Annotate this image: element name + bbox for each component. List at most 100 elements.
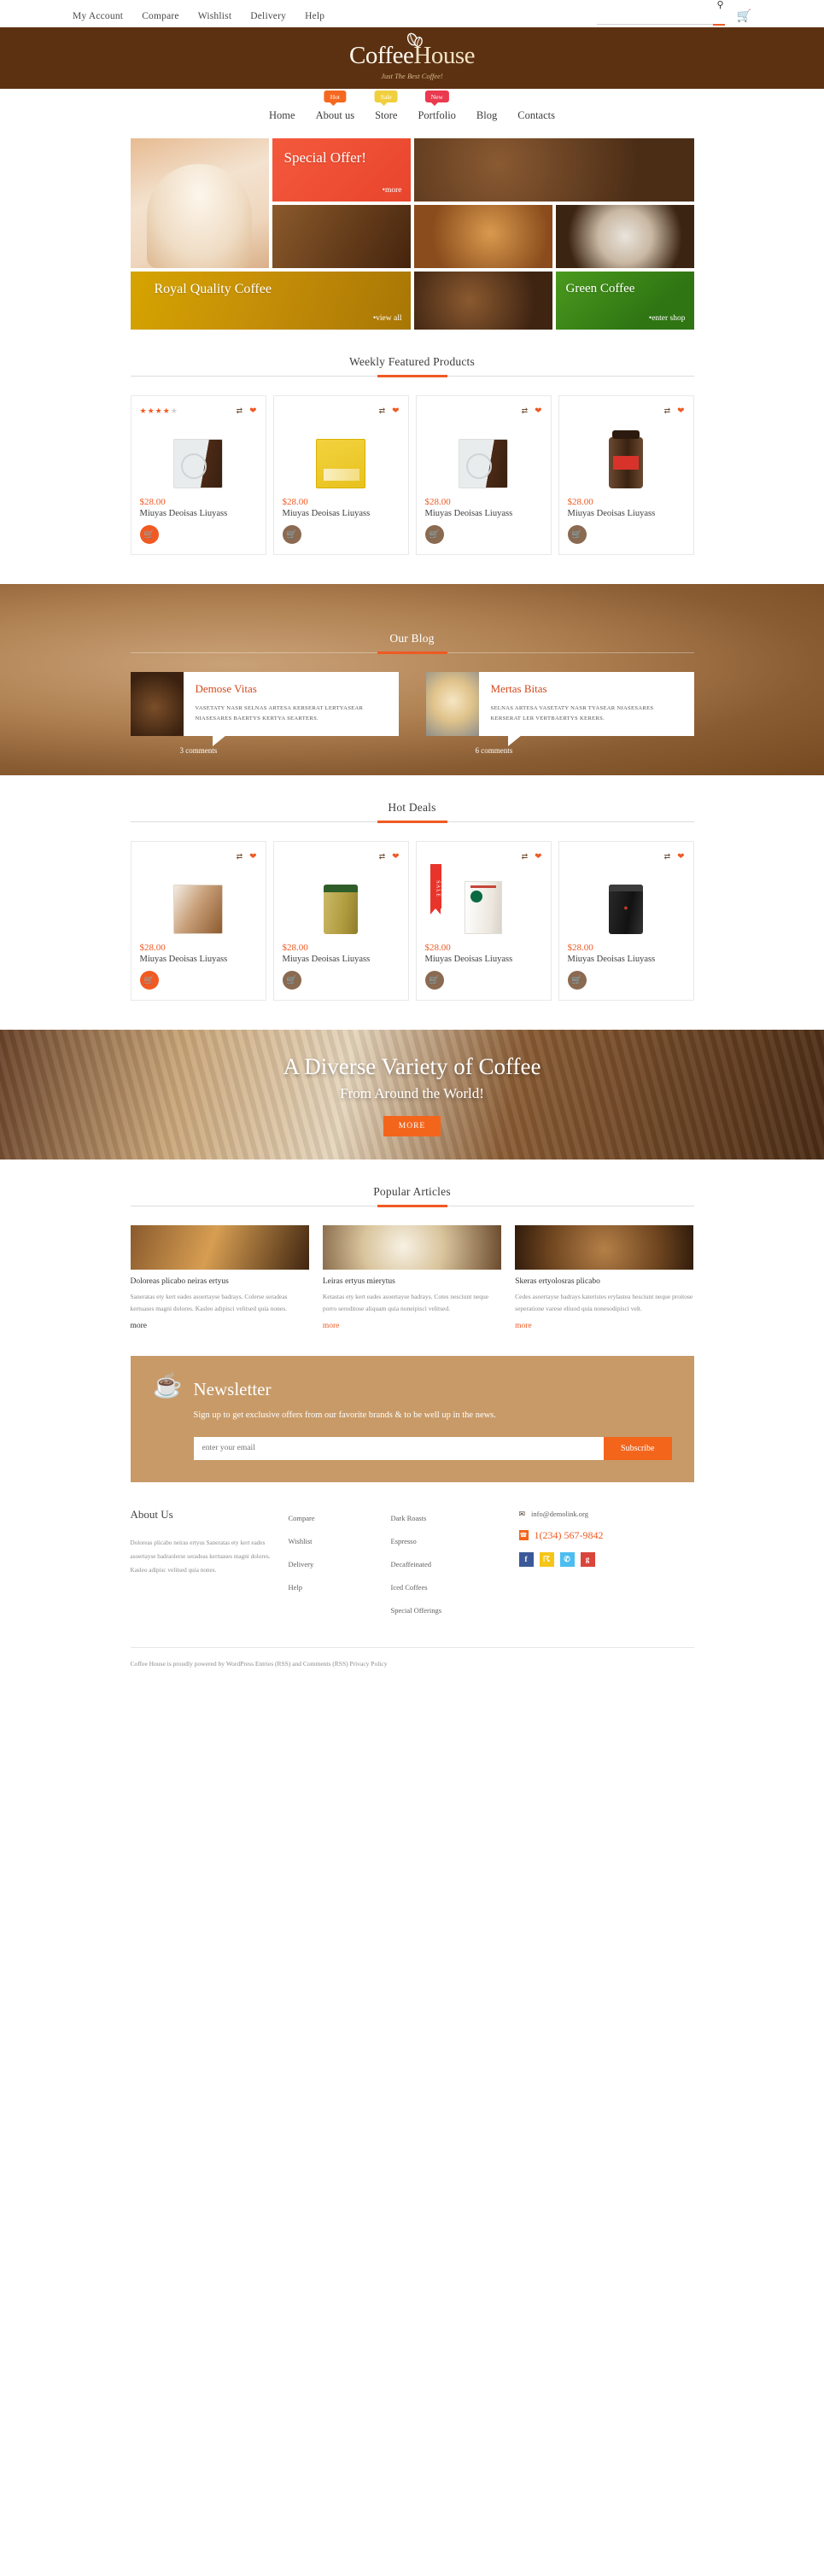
article-item[interactable]: Skeras ertyolosras plicabo Cedes asoerta… (515, 1225, 694, 1332)
google-plus-icon[interactable]: g (580, 1551, 595, 1567)
footer-link-help[interactable]: Help (289, 1583, 303, 1592)
heart-icon[interactable]: ❤ (677, 406, 684, 416)
special-offer-link[interactable]: more (383, 186, 402, 195)
gallery-tile-beans-top[interactable] (413, 138, 694, 202)
product-card[interactable]: ⇄ ❤ $28.00 Miuyas Deoisas Liuyass 🛒 (272, 395, 409, 555)
blog-post[interactable]: Demose Vitas VASETATY NASR SELNAS ARTESA… (130, 672, 399, 755)
gallery-tile-latte[interactable] (130, 138, 269, 268)
heart-icon[interactable]: ❤ (392, 852, 399, 862)
product-card[interactable]: ⇄ ❤ $28.00 Miuyas Deoisas Liuyass 🛒 (415, 395, 552, 555)
blog-post-title[interactable]: Mertas Bitas (491, 682, 682, 696)
product-card[interactable]: ⇄ ❤ $28.00 Miuyas Deoisas Liuyass 🛒 (130, 841, 266, 1002)
gallery-tile-cinnamon[interactable] (272, 205, 411, 268)
royal-quality-link[interactable]: view all (373, 314, 401, 323)
blog-post[interactable]: Mertas Bitas SELNAS ARTESA VASETATY NASR… (425, 672, 694, 755)
footer-email[interactable]: info@demolink.org (531, 1510, 588, 1518)
search-input[interactable] (596, 9, 725, 25)
add-to-cart-button[interactable]: 🛒 (139, 971, 159, 990)
compare-icon[interactable]: ⇄ (664, 406, 671, 416)
compare-icon[interactable]: ⇄ (237, 852, 243, 862)
nav-label-about-us[interactable]: About us (316, 109, 355, 121)
add-to-cart-button[interactable]: 🛒 (567, 525, 587, 544)
product-card[interactable]: ★★★★★ ⇄ ❤ $28.00 Miuyas Deoisas Liuyass … (130, 395, 266, 555)
nav-label-blog[interactable]: Blog (476, 109, 497, 121)
top-nav-compare[interactable]: Compare (142, 11, 179, 21)
nav-item-portfolio[interactable]: New Portfolio (418, 91, 456, 123)
blog-post-title[interactable]: Demose Vitas (196, 682, 387, 696)
article-more-link[interactable]: more (515, 1322, 532, 1330)
green-coffee-link[interactable]: enter shop (649, 314, 685, 323)
list-item[interactable]: Special Offerings (391, 1602, 511, 1617)
gallery-tile-royal-quality[interactable]: Royal Quality Coffee view all (130, 272, 411, 330)
product-card[interactable]: ⇄ ❤ $28.00 Miuyas Deoisas Liuyass 🛒 (558, 841, 694, 1002)
heart-icon[interactable]: ❤ (535, 406, 541, 416)
product-card[interactable]: ⇄ ❤ SALE $28.00 Miuyas Deoisas Liuyass 🛒 (415, 841, 552, 1002)
blog-post-comments[interactable]: 6 comments (476, 746, 513, 755)
top-nav-help[interactable]: Help (305, 11, 324, 21)
blog-post-comments[interactable]: 3 comments (180, 746, 218, 755)
list-item[interactable]: Delivery (289, 1556, 383, 1571)
top-nav-wishlist[interactable]: Wishlist (198, 11, 231, 21)
compare-icon[interactable]: ⇄ (379, 406, 386, 416)
nav-label-home[interactable]: Home (269, 109, 295, 121)
rss-icon[interactable]: ☈ (539, 1551, 554, 1567)
heart-icon[interactable]: ❤ (249, 852, 256, 862)
heart-icon[interactable]: ❤ (535, 852, 541, 862)
article-more-link[interactable]: more (131, 1322, 148, 1330)
gallery-tile-espresso[interactable] (555, 205, 694, 268)
article-item[interactable]: Leiras ertyus mierytus Ketastas ety kert… (322, 1225, 502, 1332)
add-to-cart-button[interactable]: 🛒 (424, 971, 444, 990)
gallery-tile-beans-bottom[interactable] (413, 272, 552, 330)
list-item[interactable]: Wishlist (289, 1533, 383, 1548)
add-to-cart-button[interactable]: 🛒 (424, 525, 444, 544)
promo-more-button[interactable]: MORE (383, 1115, 441, 1136)
compare-icon[interactable]: ⇄ (237, 406, 243, 416)
nav-item-store[interactable]: Sale Store (374, 91, 398, 123)
top-nav-delivery[interactable]: Delivery (250, 11, 286, 21)
nav-label-contacts[interactable]: Contacts (517, 109, 555, 121)
footer-link-special-offerings[interactable]: Special Offerings (391, 1606, 442, 1615)
nav-item-contacts[interactable]: Contacts (517, 108, 555, 123)
footer-link-decaffeinated[interactable]: Decaffeinated (391, 1560, 432, 1568)
gallery-tile-cup[interactable] (413, 205, 552, 268)
compare-icon[interactable]: ⇄ (522, 852, 529, 862)
product-card[interactable]: ⇄ ❤ $28.00 Miuyas Deoisas Liuyass 🛒 (272, 841, 409, 1002)
footer-link-delivery[interactable]: Delivery (289, 1560, 314, 1568)
newsletter-email-input[interactable] (193, 1436, 605, 1460)
compare-icon[interactable]: ⇄ (379, 852, 386, 862)
newsletter-subscribe-button[interactable]: Subscribe (604, 1436, 672, 1460)
list-item[interactable]: Decaffeinated (391, 1556, 511, 1571)
list-item[interactable]: Espresso (391, 1533, 511, 1548)
add-to-cart-button[interactable]: 🛒 (567, 971, 587, 990)
footer-link-wishlist[interactable]: Wishlist (289, 1537, 313, 1545)
heart-icon[interactable]: ❤ (677, 852, 684, 862)
article-item[interactable]: Doloreas plicabo neiras ertyus Saneratas… (130, 1225, 309, 1332)
compare-icon[interactable]: ⇄ (522, 406, 529, 416)
footer-link-espresso[interactable]: Espresso (391, 1537, 417, 1545)
search-icon[interactable]: ⚲ (717, 0, 724, 10)
top-nav-my-account[interactable]: My Account (73, 11, 123, 21)
nav-item-home[interactable]: Home (269, 108, 295, 123)
gallery-tile-green-coffee[interactable]: Green Coffee enter shop (555, 272, 694, 330)
add-to-cart-button[interactable]: 🛒 (139, 525, 159, 544)
shopping-cart-icon[interactable]: 🛒 (737, 9, 751, 24)
heart-icon[interactable]: ❤ (392, 406, 399, 416)
list-item[interactable]: Compare (289, 1510, 383, 1525)
footer-link-compare[interactable]: Compare (289, 1514, 315, 1522)
article-more-link[interactable]: more (323, 1322, 340, 1330)
list-item[interactable]: Dark Roasts (391, 1510, 511, 1525)
gallery-tile-special-offer[interactable]: Special Offer! more (272, 138, 411, 202)
nav-label-portfolio[interactable]: Portfolio (418, 109, 455, 121)
twitter-icon[interactable]: ✆ (559, 1551, 575, 1567)
list-item[interactable]: Help (289, 1579, 383, 1594)
product-card[interactable]: ⇄ ❤ $28.00 Miuyas Deoisas Liuyass 🛒 (558, 395, 694, 555)
list-item[interactable]: Iced Coffees (391, 1579, 511, 1594)
nav-item-blog[interactable]: Blog (476, 108, 497, 123)
nav-label-store[interactable]: Store (375, 109, 397, 121)
add-to-cart-button[interactable]: 🛒 (282, 971, 301, 990)
footer-link-dark-roasts[interactable]: Dark Roasts (391, 1514, 427, 1522)
compare-icon[interactable]: ⇄ (664, 852, 671, 862)
footer-link-iced-coffees[interactable]: Iced Coffees (391, 1583, 428, 1592)
nav-item-about-us[interactable]: Hot About us (316, 91, 355, 123)
facebook-icon[interactable]: f (518, 1551, 534, 1567)
